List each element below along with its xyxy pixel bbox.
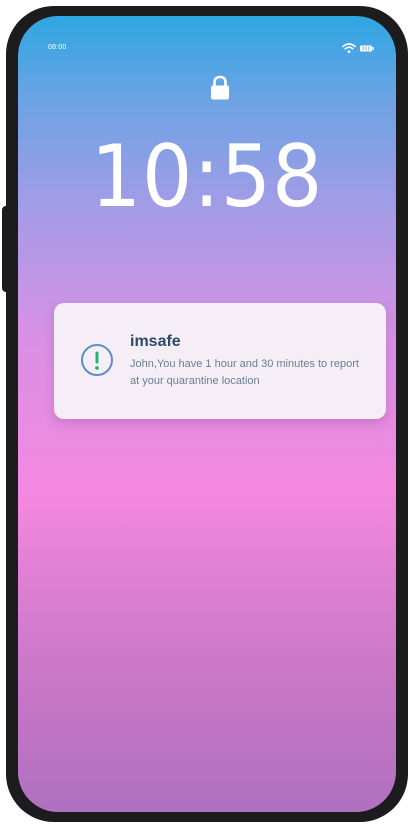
battery-icon [360,45,374,52]
phone-frame: 08:00 10:58 imsafe John,You have 1 hour … [6,6,408,822]
status-time: 08:00 [48,44,67,51]
notification-card[interactable]: imsafe John,You have 1 hour and 30 minut… [54,303,386,419]
wifi-icon [342,43,356,53]
alert-icon [81,344,113,376]
status-bar: 08:00 [18,16,396,56]
notification-app-name: imsafe [130,333,181,350]
notification-message: John,You have 1 hour and 30 minutes to r… [130,358,359,387]
lock-icon [211,75,229,100]
lock-screen-clock: 10:58 [90,127,324,227]
lock-screen: 08:00 10:58 imsafe John,You have 1 hour … [18,16,396,812]
